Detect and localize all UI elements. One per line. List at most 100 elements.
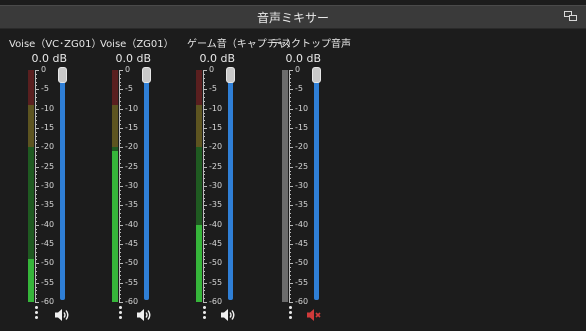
meter-tick [289,244,293,245]
meter-tick [203,232,205,233]
kebab-menu-icon[interactable] [202,306,208,322]
meter-tick [119,155,121,156]
meter-tick [289,97,291,98]
meter-tick [289,101,291,102]
meter-tick [119,256,121,257]
meter-tick [119,213,121,214]
meter-tick [289,225,293,226]
meter-tick [35,205,39,206]
meter-tick [289,159,291,160]
channel-name: Voise（ZG01） [100,39,174,50]
meter-tick [119,159,121,160]
meter-tick [35,105,37,106]
meter-tick [203,240,205,241]
meter-scale-label: -10 [125,104,139,113]
meter-tick [203,132,205,133]
meter-tick [119,147,123,148]
level-meter [28,70,34,302]
meter-tick [119,124,121,125]
meter-tick [119,236,121,237]
meter-tick [203,136,205,137]
meter-tick [203,89,207,90]
meter-tick [119,140,121,141]
meter-tick [35,263,39,264]
meter-tick [289,298,291,299]
volume-slider-handle[interactable] [142,67,151,83]
speaker-icon[interactable] [136,307,152,323]
meter-tick [119,263,123,264]
meter-tick [35,74,37,75]
meter-tick [35,213,37,214]
meter-tick [203,302,207,303]
meter-tick [35,132,37,133]
meter-tick [289,267,291,268]
meter-tick [35,120,37,121]
volume-slider-track[interactable] [60,75,65,300]
meter-scale [289,70,293,303]
meter-tick [289,201,291,202]
meter-tick [289,209,291,210]
meter-tick [203,97,205,98]
meter-tick [35,143,37,144]
meter-tick [289,171,291,172]
kebab-menu-icon[interactable] [118,306,124,322]
meter-scale-label: -50 [295,258,309,267]
meter-scale-label: -20 [41,142,55,151]
meter-scale-label: -10 [295,104,309,113]
meter-tick [35,167,39,168]
meter-tick [203,194,205,195]
meter-tick [35,171,37,172]
meter-tick [119,205,123,206]
meter-tick [289,213,291,214]
meter-tick [119,217,121,218]
meter-tick [119,78,121,79]
meter-tick [119,209,121,210]
speaker-icon[interactable] [220,307,236,323]
panel-title: 音声ミキサー [256,11,329,25]
meter-scale-label: 0 [125,65,131,74]
meter-scale [203,70,207,303]
undock-icon[interactable] [564,11,578,22]
meter-tick [35,101,37,102]
volume-slider-track[interactable] [228,75,233,300]
mixer-channel-3: ゲーム音（キャプチャ） 0.0 dB 0 -5 -10 -15 -20 -25 -30 -35… [176,30,297,330]
meter-tick [203,290,205,291]
meter-scale-label: -10 [209,104,223,113]
meter-tick [203,271,205,272]
meter-tick [289,275,291,276]
meter-tick [203,275,205,276]
volume-slider-track[interactable] [314,75,319,300]
meter-tick [203,209,205,210]
meter-scale-label: -15 [295,123,309,132]
meter-tick [203,147,207,148]
speaker-icon[interactable] [54,307,70,323]
meter-tick [119,120,121,121]
meter-scale-label: -60 [209,297,223,306]
volume-slider-handle[interactable] [58,67,67,83]
meter-segment [196,105,202,147]
meter-tick [289,205,293,206]
meter-tick [203,116,205,117]
volume-slider-handle[interactable] [226,67,235,83]
meter-tick [35,229,37,230]
meter-tick [289,85,291,86]
meter-scale-label: -5 [41,84,49,93]
meter-tick [203,283,207,284]
meter-tick [289,236,291,237]
meter-tick [289,198,291,199]
volume-slider-track[interactable] [144,75,149,300]
kebab-menu-icon[interactable] [34,306,40,322]
meter-tick [35,298,37,299]
meter-tick [289,143,291,144]
meter-tick [119,252,121,253]
meter-tick [119,101,121,102]
kebab-menu-icon[interactable] [288,306,294,322]
meter-tick [35,151,37,152]
meter-tick [289,217,291,218]
volume-slider-handle[interactable] [312,67,321,83]
meter-scale-label: -10 [41,104,55,113]
speaker-muted-icon[interactable] [306,307,322,323]
meter-scale-label: -25 [125,162,139,171]
meter-tick [289,283,293,284]
meter-tick [203,109,207,110]
